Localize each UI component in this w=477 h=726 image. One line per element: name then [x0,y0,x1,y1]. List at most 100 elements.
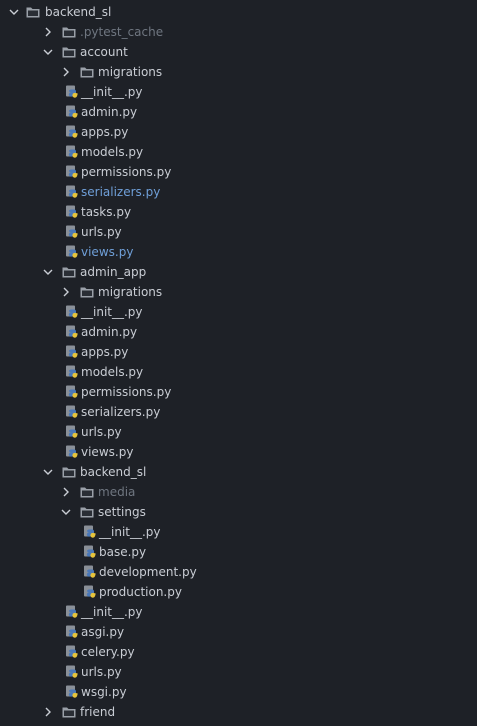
python-file-icon [65,145,79,158]
chevron-right-icon[interactable] [60,62,72,82]
tree-file-base-py[interactable]: base.py [0,542,477,562]
tree-file-asgi-py[interactable]: asgi.py [0,622,477,642]
tree-folder-backend-sl[interactable]: backend_sl [0,2,477,22]
chevron-down-icon[interactable] [42,262,54,282]
tree-item-label: urls.py [81,425,122,439]
python-file-icon [65,105,79,118]
python-file-icon [65,645,79,658]
tree-item-label: permissions.py [81,385,172,399]
tree-file-serializers-py[interactable]: serializers.py [0,182,477,202]
chevron-down-icon[interactable] [60,502,72,522]
python-file-icon [65,325,79,338]
tree-file-models-py[interactable]: models.py [0,142,477,162]
tree-file-init-py[interactable]: __init__.py [0,82,477,102]
folder-icon [80,486,94,498]
tree-file-permissions-py[interactable]: permissions.py [0,382,477,402]
tree-file-urls-py[interactable]: urls.py [0,422,477,442]
chevron-down-icon[interactable] [42,462,54,482]
chevron-right-icon[interactable] [60,482,72,502]
python-file-icon [65,605,79,618]
tree-item-label: serializers.py [81,185,161,199]
tree-item-label: account [80,45,128,59]
tree-folder-media[interactable]: media [0,482,477,502]
folder-icon [62,46,76,58]
tree-folder-migrations[interactable]: migrations [0,282,477,302]
file-explorer-tree: backend_sl .pytest_cache account migrati… [0,0,477,726]
python-file-icon [65,185,79,198]
folder-icon [62,706,76,718]
tree-item-label: views.py [81,445,134,459]
tree-file-views-py[interactable]: views.py [0,242,477,262]
tree-file-urls-py[interactable]: urls.py [0,662,477,682]
tree-item-label: views.py [81,245,134,259]
tree-item-label: friend [80,705,116,719]
python-file-icon [65,125,79,138]
tree-file-permissions-py[interactable]: permissions.py [0,162,477,182]
tree-file-apps-py[interactable]: apps.py [0,342,477,362]
tree-file-urls-py[interactable]: urls.py [0,222,477,242]
python-file-icon [65,625,79,638]
python-file-icon [65,425,79,438]
tree-item-label: __init__.py [81,305,143,319]
tree-item-label: admin_app [80,265,147,279]
chevron-right-icon[interactable] [42,702,54,722]
python-file-icon [65,685,79,698]
tree-folder-pytest-cache[interactable]: .pytest_cache [0,22,477,42]
tree-folder-account[interactable]: account [0,42,477,62]
folder-icon [80,66,94,78]
tree-item-label: media [98,485,136,499]
tree-file-serializers-py[interactable]: serializers.py [0,402,477,422]
tree-folder-settings[interactable]: settings [0,502,477,522]
tree-item-label: __init__.py [81,85,143,99]
tree-file-views-py[interactable]: views.py [0,442,477,462]
python-file-icon [65,405,79,418]
python-file-icon [65,305,79,318]
tree-item-label: tasks.py [81,205,132,219]
python-file-icon [83,585,97,598]
tree-file-apps-py[interactable]: apps.py [0,122,477,142]
tree-folder-backend-sl[interactable]: backend_sl [0,462,477,482]
tree-folder-admin-app[interactable]: admin_app [0,262,477,282]
python-file-icon [65,85,79,98]
folder-icon [62,466,76,478]
chevron-down-icon[interactable] [42,42,54,62]
tree-file-init-py[interactable]: __init__.py [0,602,477,622]
folder-icon [80,506,94,518]
tree-item-label: __init__.py [99,525,161,539]
python-file-icon [83,525,97,538]
chevron-right-icon[interactable] [60,282,72,302]
tree-file-init-py[interactable]: __init__.py [0,302,477,322]
tree-item-label: admin.py [81,105,138,119]
python-file-icon [65,385,79,398]
tree-file-models-py[interactable]: models.py [0,362,477,382]
tree-file-production-py[interactable]: production.py [0,582,477,602]
tree-file-wsgi-py[interactable]: wsgi.py [0,682,477,702]
python-file-icon [65,665,79,678]
folder-icon [62,266,76,278]
tree-file-init-py[interactable]: __init__.py [0,522,477,542]
tree-item-label: serializers.py [81,405,161,419]
tree-file-admin-py[interactable]: admin.py [0,322,477,342]
tree-file-tasks-py[interactable]: tasks.py [0,202,477,222]
tree-item-label: production.py [99,585,182,599]
tree-folder-migrations[interactable]: migrations [0,62,477,82]
tree-item-label: backend_sl [45,5,112,19]
tree-item-label: models.py [81,365,144,379]
tree-item-label: urls.py [81,665,122,679]
tree-item-label: apps.py [81,345,129,359]
tree-file-admin-py[interactable]: admin.py [0,102,477,122]
tree-item-label: urls.py [81,225,122,239]
python-file-icon [83,545,97,558]
python-file-icon [65,345,79,358]
chevron-right-icon[interactable] [42,22,54,42]
tree-file-development-py[interactable]: development.py [0,562,477,582]
tree-item-label: settings [98,505,146,519]
tree-folder-friend[interactable]: friend [0,702,477,722]
python-file-icon [65,365,79,378]
tree-item-label: wsgi.py [81,685,127,699]
python-file-icon [65,245,79,258]
tree-file-celery-py[interactable]: celery.py [0,642,477,662]
tree-item-label: .pytest_cache [80,25,164,39]
tree-item-label: permissions.py [81,165,172,179]
chevron-down-icon[interactable] [8,2,20,22]
